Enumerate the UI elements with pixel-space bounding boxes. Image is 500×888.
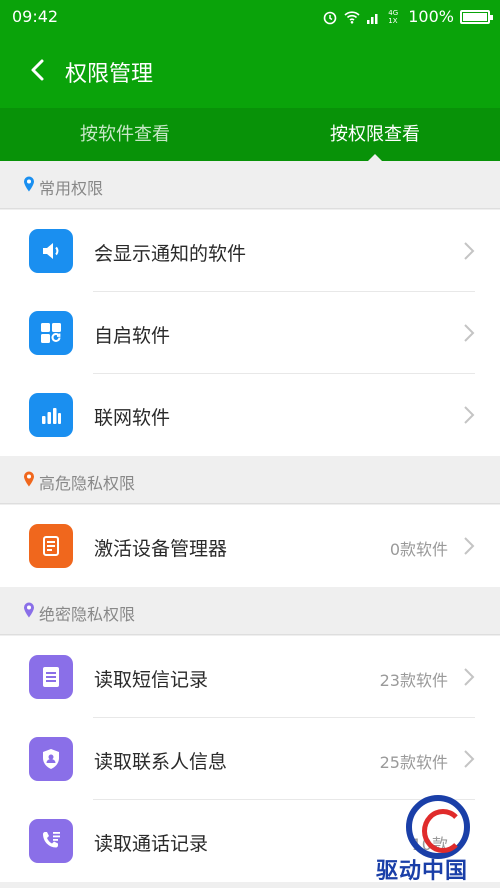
watermark-text: 驱动中国 bbox=[376, 859, 469, 884]
chevron-right-icon bbox=[464, 406, 475, 424]
network-type: 4G 1X bbox=[388, 8, 399, 25]
app-count: 25款软件 bbox=[379, 753, 448, 772]
autostart-icon bbox=[29, 311, 73, 355]
status-icons: 4G 1X 100% bbox=[322, 7, 493, 26]
battery-percent: 100% bbox=[408, 7, 454, 26]
watermark-logo: 驱动中国 bbox=[376, 795, 496, 888]
status-bar: 09:42 4G 1X 100% bbox=[0, 0, 500, 34]
section-label: 高危隐私权限 bbox=[39, 474, 136, 493]
shield-user-icon bbox=[29, 737, 73, 781]
list-item-contacts[interactable]: 读取联系人信息 25款软件 bbox=[0, 718, 500, 800]
app-bar: 权限管理 bbox=[0, 34, 500, 108]
chevron-right-icon bbox=[464, 324, 475, 342]
list-item-device-admin[interactable]: 激活设备管理器 0款软件 bbox=[0, 505, 500, 587]
speaker-icon bbox=[29, 229, 73, 273]
status-time: 09:42 bbox=[12, 7, 59, 26]
tab-by-app[interactable]: 按软件查看 bbox=[0, 108, 250, 161]
bar-chart-icon bbox=[29, 393, 73, 437]
tab-bar: 按软件查看 按权限查看 bbox=[0, 108, 500, 162]
chevron-right-icon bbox=[464, 750, 475, 768]
back-arrow-icon[interactable] bbox=[24, 56, 52, 84]
section-header-high-risk: 高危隐私权限 bbox=[0, 456, 500, 504]
tab-label: 按软件查看 bbox=[80, 124, 170, 145]
section-label: 绝密隐私权限 bbox=[39, 605, 136, 624]
section-label: 常用权限 bbox=[39, 179, 104, 198]
app-count: 0款软件 bbox=[389, 540, 448, 559]
list-item-notification[interactable]: 会显示通知的软件 bbox=[0, 210, 500, 292]
signal-icon bbox=[367, 13, 378, 24]
tab-label: 按权限查看 bbox=[330, 124, 420, 145]
section-header-top-secret: 绝密隐私权限 bbox=[0, 587, 500, 635]
device-admin-icon bbox=[29, 524, 73, 568]
location-pin-icon bbox=[24, 602, 34, 618]
list-item-label: 读取联系人信息 bbox=[94, 751, 228, 773]
location-pin-icon bbox=[24, 471, 34, 487]
section-header-common: 常用权限 bbox=[0, 161, 500, 209]
list-item-label: 读取短信记录 bbox=[94, 669, 209, 691]
list-item-label: 激活设备管理器 bbox=[94, 538, 228, 560]
chevron-right-icon bbox=[464, 242, 475, 260]
chevron-right-icon bbox=[464, 537, 475, 555]
list-item-network[interactable]: 联网软件 bbox=[0, 374, 500, 456]
location-pin-icon bbox=[24, 176, 34, 192]
alarm-icon bbox=[323, 11, 337, 24]
phone-list-icon bbox=[29, 819, 73, 863]
wifi-icon bbox=[344, 10, 360, 24]
logo-icon bbox=[406, 795, 470, 859]
list-item-autostart[interactable]: 自启软件 bbox=[0, 292, 500, 374]
app-count: 23款软件 bbox=[379, 671, 448, 690]
list-item-label: 联网软件 bbox=[94, 407, 171, 429]
battery-icon bbox=[460, 9, 493, 24]
tab-by-permission[interactable]: 按权限查看 bbox=[250, 108, 500, 162]
list-item-label: 会显示通知的软件 bbox=[94, 243, 247, 265]
document-icon bbox=[29, 655, 73, 699]
list-item-label: 自启软件 bbox=[94, 325, 171, 347]
list-item-sms[interactable]: 读取短信记录 23款软件 bbox=[0, 636, 500, 718]
page-title: 权限管理 bbox=[65, 62, 154, 87]
chevron-right-icon bbox=[464, 668, 475, 686]
list-item-label: 读取通话记录 bbox=[94, 833, 209, 855]
